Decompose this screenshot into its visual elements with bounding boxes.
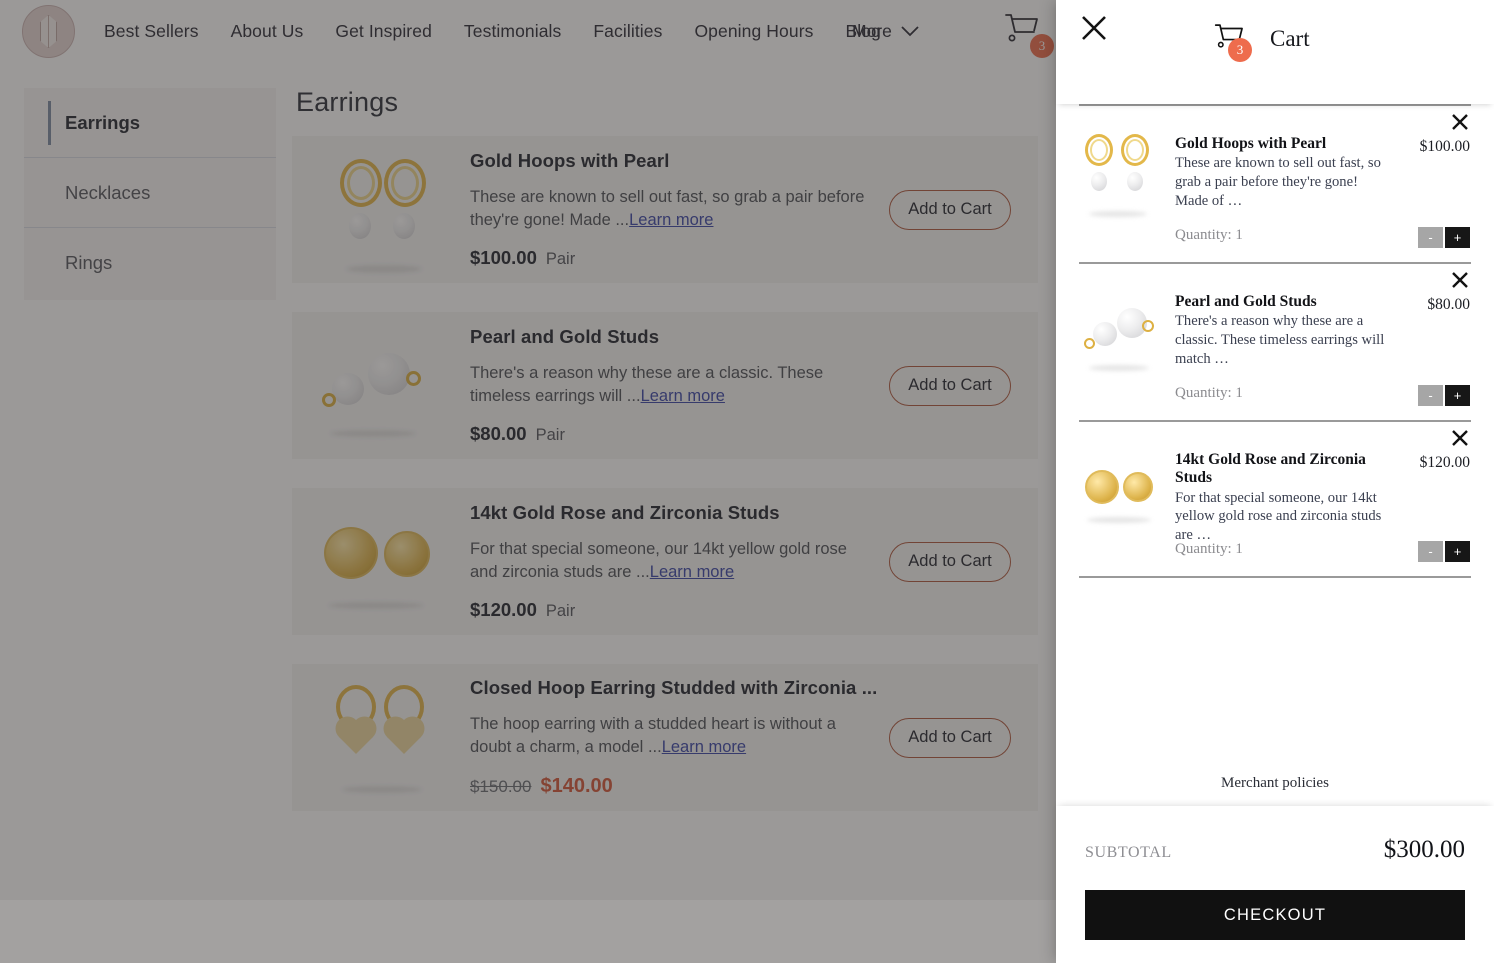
cart-count-badge: 3 <box>1228 38 1252 62</box>
cart-item-description: For that special someone, our 14kt yello… <box>1175 489 1382 544</box>
increment-button[interactable]: + <box>1445 541 1470 562</box>
app-root: Best Sellers About Us Get Inspired Testi… <box>0 0 1494 963</box>
quantity-value: 1 <box>1235 227 1243 243</box>
cart-panel: 3 Cart Gold Hoops with Pearl These are k… <box>1056 0 1494 963</box>
cart-item-name: 14kt Gold Rose and Zirconia Studs <box>1175 451 1366 487</box>
cart-item-price: $120.00 <box>1419 454 1470 471</box>
quantity-stepper: - + <box>1418 541 1470 562</box>
increment-button[interactable]: + <box>1445 385 1470 406</box>
quantity-label: Quantity: <box>1175 541 1232 557</box>
quantity-value: 1 <box>1235 541 1243 557</box>
close-icon[interactable] <box>1450 270 1470 290</box>
merchant-policies-link[interactable]: Merchant policies <box>1056 775 1494 792</box>
decrement-button[interactable]: - <box>1418 385 1443 406</box>
modal-overlay-scrim[interactable] <box>0 0 1056 963</box>
cart-title-group: 3 Cart <box>1214 22 1310 62</box>
quantity-stepper: - + <box>1418 227 1470 248</box>
cart-item-quantity: Quantity: 1 <box>1175 385 1243 402</box>
subtotal-row: SUBTOTAL $300.00 <box>1085 836 1465 864</box>
close-icon[interactable] <box>1450 112 1470 132</box>
cart-item-description: These are known to sell out fast, so gra… <box>1175 155 1381 209</box>
increment-button[interactable]: + <box>1445 227 1470 248</box>
cart-item-text: Gold Hoops with Pearl These are known to… <box>1175 120 1393 211</box>
gold-rose-zirconia-studs-image <box>1079 444 1159 539</box>
cart-item-price: $100.00 <box>1419 138 1470 155</box>
cart-header-icon-wrap: 3 <box>1214 22 1252 62</box>
close-icon[interactable] <box>1450 428 1470 448</box>
cart-items-list[interactable]: Gold Hoops with Pearl These are known to… <box>1056 104 1494 813</box>
cart-item-name: Gold Hoops with Pearl <box>1175 135 1327 152</box>
cart-item-quantity: Quantity: 1 <box>1175 227 1243 244</box>
cart-header: 3 Cart <box>1056 0 1494 104</box>
cart-footer: SUBTOTAL $300.00 CHECKOUT <box>1056 806 1494 963</box>
subtotal-value: $300.00 <box>1383 836 1465 863</box>
quantity-label: Quantity: <box>1175 385 1232 401</box>
pearl-and-gold-studs-image <box>1079 286 1159 381</box>
cart-item-text: 14kt Gold Rose and Zirconia Studs For th… <box>1175 436 1393 545</box>
checkout-button[interactable]: CHECKOUT <box>1085 890 1465 940</box>
decrement-button[interactable]: - <box>1418 227 1443 248</box>
cart-item-price: $80.00 <box>1427 296 1470 313</box>
decrement-button[interactable]: - <box>1418 541 1443 562</box>
subtotal-label: SUBTOTAL <box>1085 844 1172 861</box>
gold-hoops-with-pearl-image <box>1079 128 1159 223</box>
cart-item: Gold Hoops with Pearl These are known to… <box>1079 104 1471 262</box>
cart-item: Pearl and Gold Studs There's a reason wh… <box>1079 262 1471 420</box>
scrim-upper <box>0 0 1056 900</box>
quantity-stepper: - + <box>1418 385 1470 406</box>
cart-item: 14kt Gold Rose and Zirconia Studs For th… <box>1079 420 1471 578</box>
cart-item-description: There's a reason why these are a classic… <box>1175 313 1385 367</box>
quantity-label: Quantity: <box>1175 227 1232 243</box>
cart-item-name: Pearl and Gold Studs <box>1175 293 1317 310</box>
close-icon[interactable] <box>1078 12 1110 44</box>
quantity-value: 1 <box>1235 385 1243 401</box>
cart-panel-title: Cart <box>1270 26 1310 51</box>
cart-item-quantity: Quantity: 1 <box>1175 541 1243 558</box>
cart-item-text: Pearl and Gold Studs There's a reason wh… <box>1175 278 1393 369</box>
